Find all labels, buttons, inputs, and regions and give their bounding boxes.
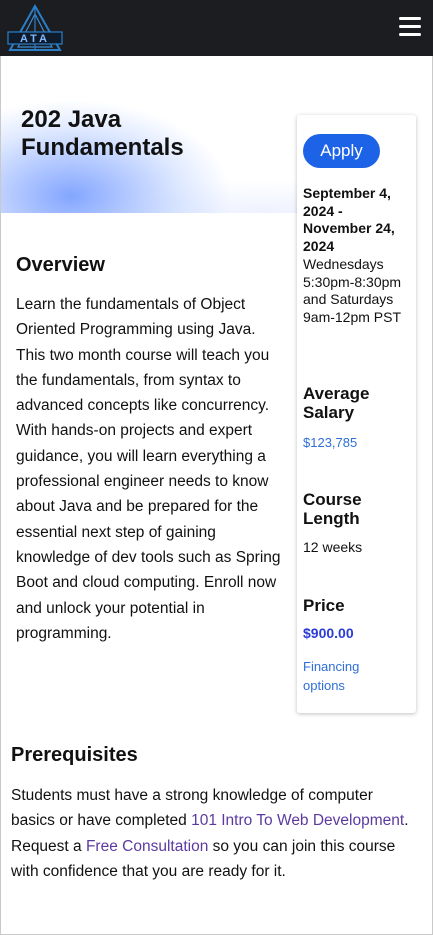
top-navigation-bar: ATA [0,0,433,56]
average-salary-value: $123,785 [303,435,358,450]
intro-web-development-link[interactable]: 101 Intro To Web Development [191,812,404,829]
free-consultation-link[interactable]: Free Consultation [86,838,208,855]
course-length-heading: Course Length [303,490,362,528]
price-value: $900.00 [303,625,354,641]
course-title: 202 Java Fundamentals [21,106,184,161]
financing-options-link[interactable]: Financing options [303,657,393,695]
course-length-value: 12 weeks [303,539,363,555]
course-schedule: Wednesdays 5:30pm-8:30pm and Saturdays 9… [303,256,402,325]
apply-button[interactable]: Apply [303,134,380,168]
course-dates: September 4, 2024 - November 24, 2024 [303,185,395,254]
ata-logo[interactable]: ATA [6,3,64,52]
overview-heading: Overview [16,254,105,276]
price-heading: Price [303,596,345,615]
prerequisites-heading: Prerequisites [11,744,138,766]
logo-text: ATA [20,33,50,45]
hamburger-menu-icon[interactable] [399,17,421,37]
course-info-card: Apply September 4, 2024 - November 24, 2… [297,115,416,713]
average-salary-heading: Average Salary [303,384,370,422]
overview-text: Learn the fundamentals of Object Oriente… [16,296,281,642]
prerequisites-text: Students must have a strong knowledge of… [11,783,417,884]
